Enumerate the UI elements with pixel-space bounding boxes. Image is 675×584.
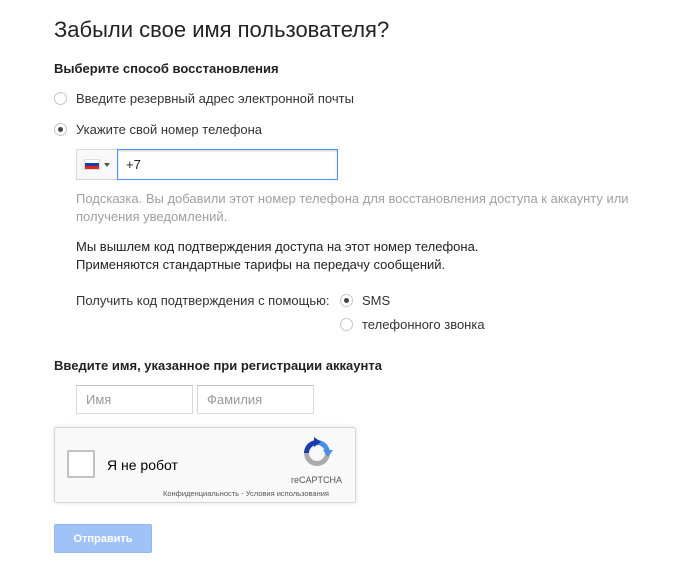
flag-stripe-red — [85, 166, 99, 169]
recaptcha-privacy-link[interactable]: Конфиденциальность — [163, 489, 239, 498]
radio-email[interactable] — [54, 92, 67, 105]
name-heading: Введите имя, указанное при регистрации а… — [54, 358, 382, 373]
submit-button[interactable]: Отправить — [54, 524, 152, 553]
radio-call[interactable] — [340, 318, 353, 331]
radio-sms[interactable] — [340, 294, 353, 307]
phone-input[interactable] — [117, 149, 338, 180]
last-name-input[interactable] — [197, 385, 314, 414]
recaptcha-checkbox[interactable] — [67, 450, 95, 478]
recaptcha-links-separator: - — [239, 489, 246, 498]
first-name-input[interactable] — [76, 385, 193, 414]
russia-flag-icon — [84, 159, 100, 170]
method-option-call[interactable]: телефонного звонка — [340, 317, 485, 332]
recaptcha-widget: Я не робот reCAPTCHA Конфиденциальность … — [54, 427, 356, 503]
recaptcha-logo-icon — [304, 437, 333, 466]
page-title: Забыли свое имя пользователя? — [54, 17, 390, 42]
recovery-option-phone-label: Укажите свой номер телефона — [76, 122, 263, 137]
country-picker[interactable] — [76, 149, 117, 180]
recovery-option-email-label: Введите резервный адрес электронной почт… — [76, 91, 354, 106]
recovery-heading: Выберите способ восстановления — [54, 61, 279, 76]
method-option-sms[interactable]: SMS — [340, 293, 390, 308]
recaptcha-logo-arc-bottom — [304, 453, 330, 466]
phone-hint: Подсказка. Вы добавили этот номер телефо… — [76, 191, 629, 224]
recovery-option-email[interactable]: Введите резервный адрес электронной почт… — [54, 91, 354, 106]
radio-phone[interactable] — [54, 123, 67, 136]
phone-info-line-2: Применяются стандартные тарифы на переда… — [76, 257, 446, 272]
chevron-down-icon — [104, 162, 110, 167]
phone-info-line-1: Мы вышлем код подтверждения доступа на э… — [76, 239, 479, 254]
method-label: Получить код подтверждения с помощью: — [76, 293, 330, 308]
recaptcha-brand: reCAPTCHA — [291, 475, 343, 485]
phone-field-group — [76, 149, 338, 180]
recovery-option-phone[interactable]: Укажите свой номер телефона — [54, 122, 262, 137]
method-option-sms-label: SMS — [362, 293, 391, 308]
recaptcha-label: Я не робот — [107, 457, 178, 473]
recaptcha-links: Конфиденциальность - Условия использован… — [163, 489, 329, 498]
method-option-call-label: телефонного звонка — [362, 317, 485, 332]
recaptcha-terms-link[interactable]: Условия использования — [246, 489, 329, 498]
phone-info: Мы вышлем код подтверждения доступа на э… — [76, 238, 636, 274]
